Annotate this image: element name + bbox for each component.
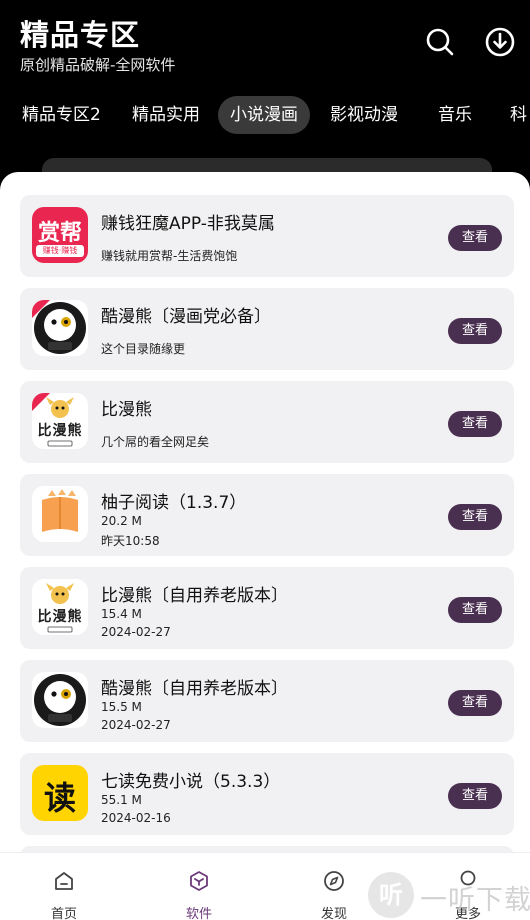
tab-yingshi-dongman[interactable]: 影视动漫 [318,96,410,134]
app-name: 柚子阅读（1.3.7） [101,493,247,513]
bimanxiong-app-icon: 比漫熊 [32,579,88,635]
app-list-sheet: 赏帮 赚钱·赚钱 赚钱狂魔APP-非我莫属 赚钱就用赏帮-生活费饱饱 查看 酷漫… [0,172,530,872]
list-item[interactable]: 读 七读免费小说（5.3.3） 55.1 M 2024-02-16 查看 [20,753,514,835]
view-button[interactable]: 查看 [448,597,502,623]
app-description: 这个目录随缘更 [101,342,186,356]
page-subtitle: 原创精品破解-全网软件 [20,56,176,74]
page-title: 精品专区 [20,18,141,52]
qidu-app-icon: 读 [32,765,88,821]
watermark-logo: 听 [368,872,414,918]
view-button[interactable]: 查看 [448,504,502,530]
app-description: 几个屌的看全网足矣 [101,435,210,449]
app-name: 酷漫熊〔漫画党必备〕 [101,307,271,327]
list-item[interactable]: 酷漫熊〔漫画党必备〕 这个目录随缘更 查看 [20,288,514,370]
tab-xiaoshuo-manhua[interactable]: 小说漫画 [218,96,310,134]
app-date: 2024-02-27 [101,625,171,639]
list-item[interactable]: 赏帮 赚钱·赚钱 赚钱狂魔APP-非我莫属 赚钱就用赏帮-生活费饱饱 查看 [20,195,514,277]
tab-yinyue[interactable]: 音乐 [426,96,484,134]
tabbar-home[interactable]: 首页 [24,853,104,920]
list-item[interactable]: 柚子阅读（1.3.7） 20.2 M 昨天10:58 查看 [20,474,514,556]
app-name: 比漫熊〔自用养老版本〕 [101,586,288,606]
bimanxiong-app-icon: 比漫熊 [32,393,88,449]
compass-icon [324,871,344,891]
list-item[interactable]: 比漫熊 比漫熊〔自用养老版本〕 15.4 M 2024-02-27 查看 [20,567,514,649]
app-size: 20.2 M [101,514,142,528]
tab-ke[interactable]: 科 [498,96,530,134]
tabbar-home-label: 首页 [50,907,77,920]
tabbar-software-label: 软件 [185,907,212,920]
software-icon [190,871,208,891]
app-size: 15.4 M [101,607,142,621]
view-button[interactable]: 查看 [448,690,502,716]
app-date: 2024-02-16 [101,811,171,825]
kumanxiong-app-icon [32,672,88,728]
app-name: 比漫熊 [101,400,152,420]
tabbar-discover-label: 发现 [320,907,347,920]
list-item[interactable]: 酷漫熊〔自用养老版本〕 15.5 M 2024-02-27 查看 [20,660,514,742]
app-size: 55.1 M [101,793,142,807]
category-tabs: 精品专区2 精品实用 小说漫画 影视动漫 音乐 科 [0,96,530,136]
book-app-icon [32,486,88,542]
view-button[interactable]: 查看 [448,225,502,251]
kumanxiong-app-icon [32,300,88,356]
app-description: 赚钱就用赏帮-生活费饱饱 [101,249,238,263]
search-icon[interactable] [424,26,456,58]
tab-jingpin-shiyong[interactable]: 精品实用 [120,96,212,134]
download-icon[interactable] [484,26,516,58]
app-date: 昨天10:58 [101,534,160,548]
tab-jingpin-zhuanqu-2[interactable]: 精品专区2 [10,96,113,134]
app-size: 15.5 M [101,700,142,714]
list-item[interactable]: 比漫熊 比漫熊 几个屌的看全网足矣 查看 [20,381,514,463]
app-name: 七读免费小说（5.3.3） [101,772,281,792]
app-header: 精品专区 原创精品破解-全网软件 精品专区2 精品实用 小说漫画 影视动漫 音乐… [0,0,530,180]
tabbar-discover[interactable]: 发现 [294,853,374,920]
view-button[interactable]: 查看 [448,318,502,344]
view-button[interactable]: 查看 [448,411,502,437]
home-icon [55,872,73,890]
watermark-text: 一听下载 [420,885,530,916]
app-name: 赚钱狂魔APP-非我莫属 [101,214,275,234]
shangbang-app-icon: 赏帮 赚钱·赚钱 [32,207,88,263]
tabbar-software[interactable]: 软件 [159,853,239,920]
app-date: 2024-02-27 [101,718,171,732]
app-name: 酷漫熊〔自用养老版本〕 [101,679,288,699]
view-button[interactable]: 查看 [448,783,502,809]
